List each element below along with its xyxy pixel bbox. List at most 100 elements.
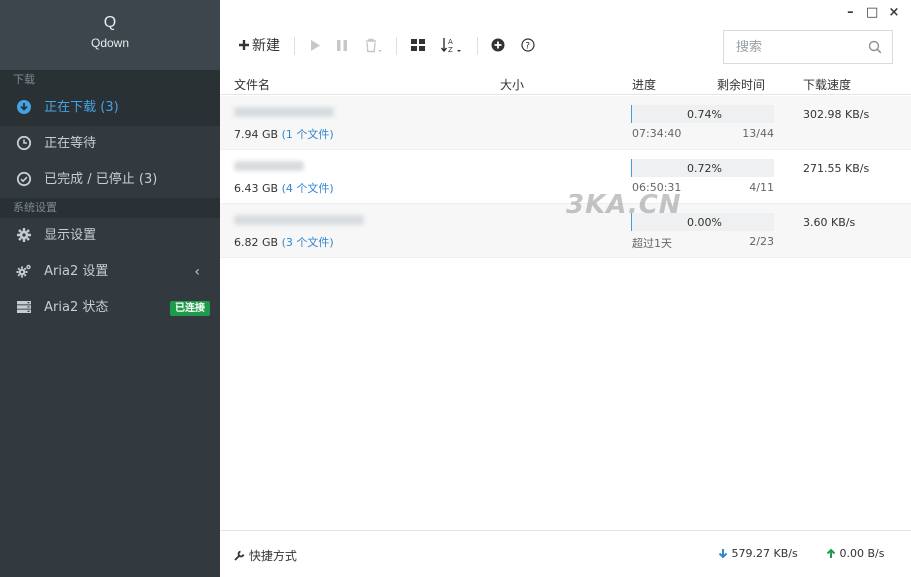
brand: Q Qdown bbox=[0, 0, 220, 70]
sidebar-item-waiting[interactable]: 正在等待 bbox=[0, 126, 220, 162]
task-size: 7.94 GB (1 个文件) bbox=[234, 126, 334, 142]
column-header-size[interactable]: 大小 bbox=[500, 76, 524, 93]
server-icon bbox=[17, 300, 31, 313]
task-size-value: 6.82 GB bbox=[234, 236, 279, 249]
play-icon bbox=[310, 39, 320, 51]
column-header-name[interactable]: 文件名 bbox=[234, 76, 270, 93]
help-button[interactable]: ? bbox=[515, 30, 541, 62]
section-download-header: 下载 bbox=[0, 70, 220, 90]
start-button[interactable] bbox=[303, 30, 327, 62]
search-icon[interactable] bbox=[868, 40, 882, 54]
close-button[interactable]: × bbox=[885, 5, 903, 20]
sidebar-item-display-settings[interactable]: 显示设置 bbox=[0, 218, 220, 254]
total-upload-speed-value: 0.00 B/s bbox=[839, 547, 885, 560]
sidebar-item-label: 正在下载 (3) bbox=[44, 100, 119, 115]
search-box bbox=[723, 30, 893, 64]
connected-badge: 已连接 bbox=[170, 301, 210, 316]
minimize-button[interactable]: – bbox=[841, 5, 859, 20]
plus-circle-icon bbox=[491, 38, 505, 52]
maximize-button[interactable]: □ bbox=[863, 5, 881, 20]
svg-text:?: ? bbox=[526, 42, 531, 52]
total-download-speed-value: 579.27 KB/s bbox=[731, 547, 798, 560]
app-name: Qdown bbox=[90, 36, 130, 50]
column-header-progress[interactable]: 进度 bbox=[632, 76, 656, 93]
svg-text:Z: Z bbox=[448, 46, 453, 53]
window-controls: – □ × bbox=[841, 5, 903, 23]
sidebar-item-label: 显示设置 bbox=[44, 228, 97, 243]
chevron-left-icon: ‹ bbox=[194, 264, 200, 280]
new-task-label: 新建 bbox=[252, 38, 280, 54]
task-name-redacted bbox=[234, 161, 304, 171]
new-task-button[interactable]: 新建 bbox=[232, 30, 286, 62]
toolbar-divider bbox=[293, 37, 295, 55]
task-name-redacted bbox=[234, 215, 364, 225]
section-settings-header: 系统设置 bbox=[0, 198, 220, 218]
arrow-down-icon bbox=[718, 548, 728, 558]
task-row[interactable]: 7.94 GB (1 个文件) 0.74% 07:34:40 13/44 302… bbox=[220, 96, 911, 150]
sidebar-item-aria2-settings[interactable]: Aria2 设置 ‹ bbox=[0, 254, 220, 290]
main-panel: – □ × 新建 AZ ? 搜索 文件名 大小 进度 剩余时间 下载速度 7.9… bbox=[220, 0, 911, 577]
progress-percent: 0.74% bbox=[687, 108, 722, 121]
status-bar: 快捷方式 579.27 KB/s 0.00 B/s bbox=[220, 530, 911, 577]
wrench-icon bbox=[234, 550, 245, 561]
pause-button[interactable] bbox=[330, 30, 354, 62]
remaining-time: 超过1天 bbox=[632, 237, 672, 250]
toolbar-divider bbox=[396, 37, 398, 55]
sidebar-item-completed[interactable]: 已完成 / 已停止 (3) bbox=[0, 162, 220, 198]
app-logo: Q bbox=[103, 14, 117, 31]
plus-icon bbox=[239, 40, 249, 50]
grid-icon bbox=[410, 39, 425, 51]
task-file-count[interactable]: (3 个文件) bbox=[282, 236, 334, 249]
total-download-speed: 579.27 KB/s bbox=[718, 547, 798, 560]
download-speed: 302.98 KB/s bbox=[803, 108, 870, 121]
sidebar-item-downloading[interactable]: 正在下载 (3) bbox=[0, 90, 220, 126]
task-name-redacted bbox=[234, 107, 334, 117]
gears-icon bbox=[16, 264, 31, 277]
add-circle-button[interactable] bbox=[485, 30, 511, 62]
sidebar-item-label: Aria2 设置 bbox=[44, 264, 109, 279]
sort-alpha-icon: AZ bbox=[440, 38, 461, 54]
progress-fill bbox=[631, 105, 633, 123]
delete-button[interactable] bbox=[358, 30, 388, 62]
sidebar-item-label: 正在等待 bbox=[44, 136, 97, 151]
total-upload-speed: 0.00 B/s bbox=[826, 547, 884, 560]
task-file-count[interactable]: (4 个文件) bbox=[282, 182, 334, 195]
progress-percent: 0.72% bbox=[687, 162, 722, 175]
trash-icon bbox=[366, 38, 383, 52]
task-file-count[interactable]: (1 个文件) bbox=[282, 128, 334, 141]
column-header-speed[interactable]: 下载速度 bbox=[803, 76, 851, 93]
pause-icon bbox=[337, 39, 348, 51]
remaining-time: 07:34:40 bbox=[632, 127, 682, 140]
clock-icon bbox=[16, 135, 32, 150]
task-list: 7.94 GB (1 个文件) 0.74% 07:34:40 13/44 302… bbox=[220, 96, 911, 258]
svg-text:A: A bbox=[448, 38, 453, 46]
grid-view-button[interactable] bbox=[405, 30, 431, 62]
progress-percent: 0.00% bbox=[687, 216, 722, 229]
help-icon: ? bbox=[521, 38, 535, 52]
download-speed: 3.60 KB/s bbox=[803, 216, 856, 229]
search-input[interactable] bbox=[724, 31, 854, 63]
check-circle-icon bbox=[16, 171, 32, 186]
progress-fill bbox=[631, 159, 633, 177]
task-size: 6.43 GB (4 个文件) bbox=[234, 180, 334, 196]
arrow-up-icon bbox=[826, 548, 836, 558]
connections-count: 2/23 bbox=[749, 235, 774, 248]
sidebar-item-label: Aria2 状态 bbox=[44, 300, 109, 315]
download-icon bbox=[17, 99, 31, 114]
sidebar-item-label: 已完成 / 已停止 (3) bbox=[44, 172, 158, 187]
column-header-remaining[interactable]: 剩余时间 bbox=[717, 76, 765, 93]
task-size-value: 7.94 GB bbox=[234, 128, 279, 141]
download-speed: 271.55 KB/s bbox=[803, 162, 870, 175]
toolbar-divider bbox=[476, 37, 478, 55]
sidebar: Q Qdown 下载 正在下载 (3) 正在等待 已完成 / 已停止 (3) 系… bbox=[0, 0, 220, 577]
task-list-header: 文件名 大小 进度 剩余时间 下载速度 bbox=[220, 72, 911, 95]
watermark: 3KA.CN bbox=[566, 190, 682, 220]
connections-count: 4/11 bbox=[749, 181, 774, 194]
sort-button[interactable]: AZ bbox=[435, 30, 469, 62]
shortcut-menu[interactable]: 快捷方式 bbox=[234, 547, 297, 564]
task-size: 6.82 GB (3 个文件) bbox=[234, 234, 334, 250]
task-size-value: 6.43 GB bbox=[234, 182, 279, 195]
connections-count: 13/44 bbox=[742, 127, 774, 140]
gear-icon bbox=[17, 227, 31, 242]
sidebar-item-aria2-status[interactable]: Aria2 状态 已连接 bbox=[0, 290, 220, 326]
